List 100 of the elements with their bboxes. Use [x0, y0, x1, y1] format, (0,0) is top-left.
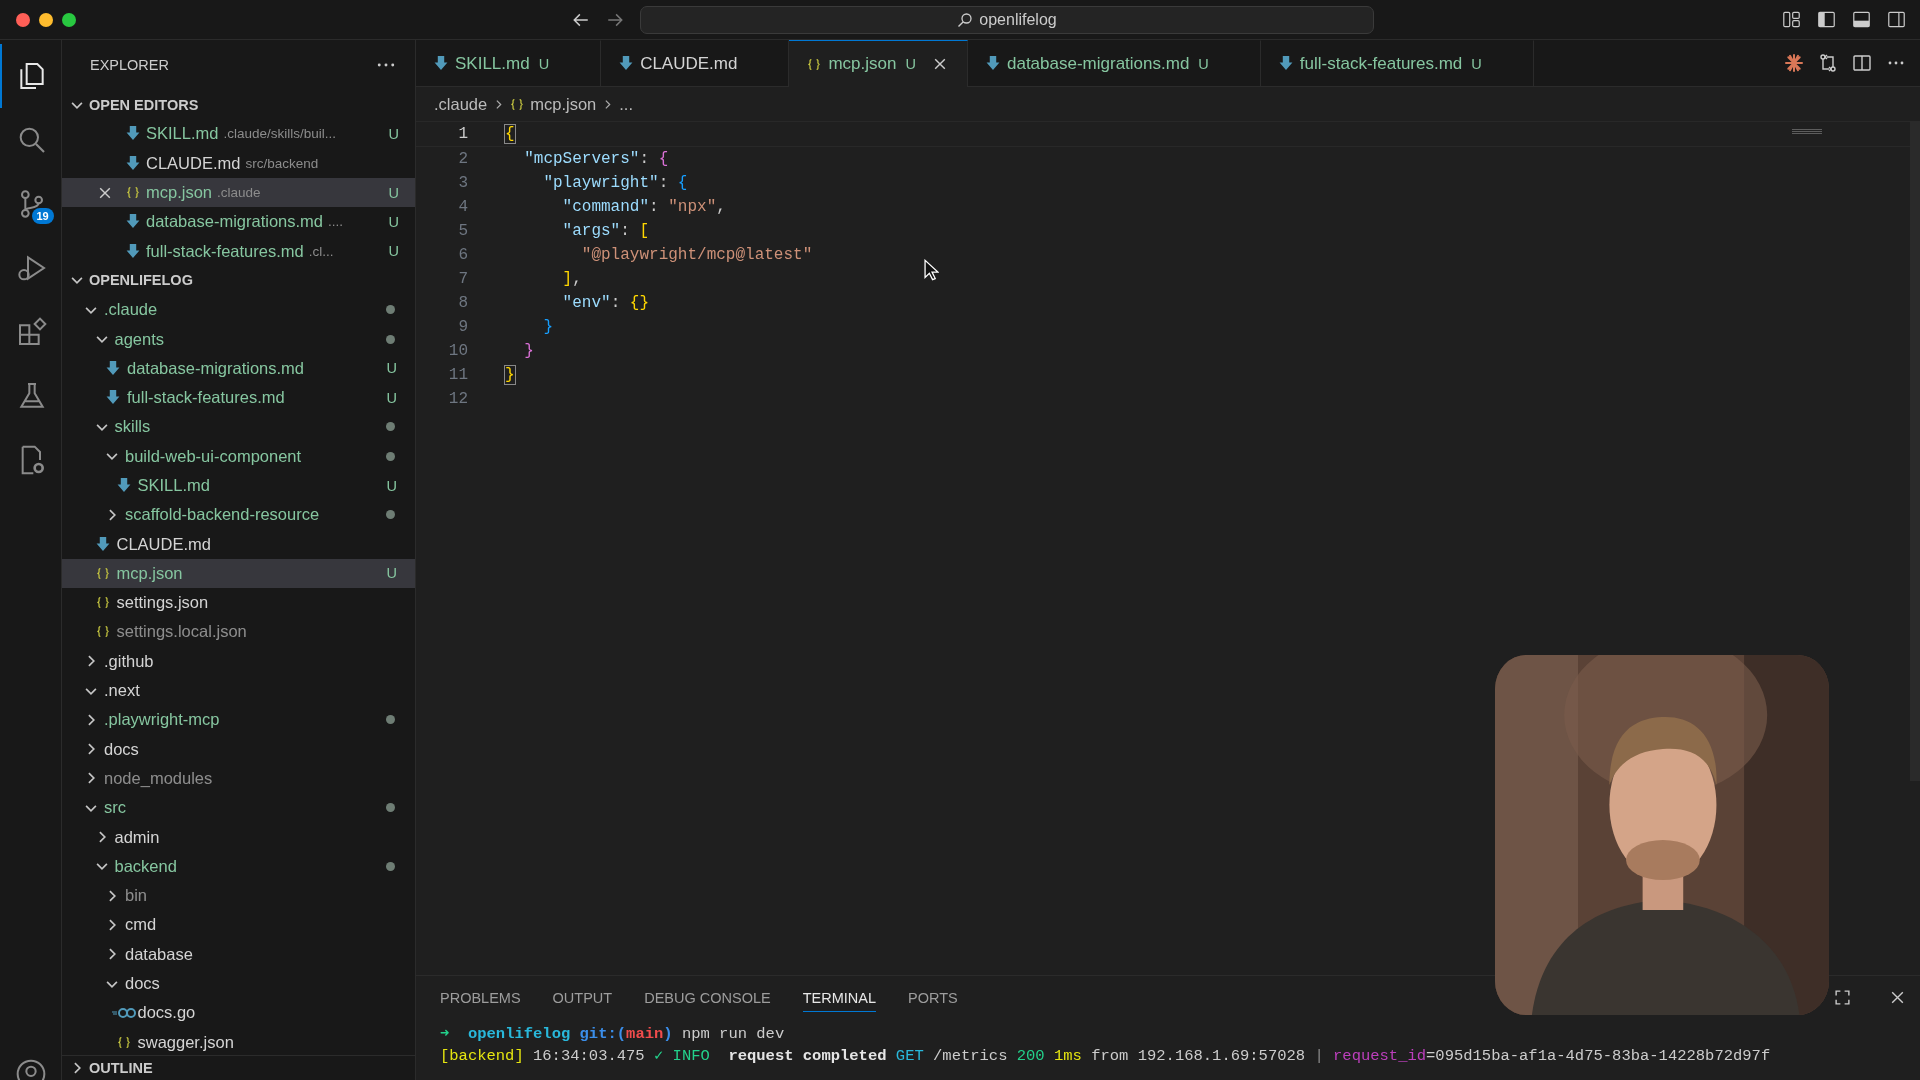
- code-line: "args": [: [561, 222, 650, 240]
- open-editor-item[interactable]: SKILL.md .claude/skills/buil... U: [62, 119, 415, 149]
- line-number: 10: [447, 342, 468, 360]
- code-line: "@playwright/mcp@latest": [580, 246, 813, 264]
- git-status: U: [386, 389, 397, 406]
- file-tree-item[interactable]: .github: [62, 646, 415, 676]
- git-status: U: [388, 213, 399, 230]
- breadcrumb-item[interactable]: .claude: [434, 94, 488, 114]
- panel-tab[interactable]: TERMINAL: [802, 982, 877, 1012]
- file-tree-item[interactable]: bin: [62, 881, 415, 911]
- file-name: SKILL.md: [146, 124, 219, 144]
- open-editor-item[interactable]: mcp.json .claude U: [62, 177, 415, 208]
- activity-bar-item[interactable]: 19: [0, 172, 62, 236]
- file-name: database-migrations.md: [146, 212, 323, 232]
- file-tree-item[interactable]: .claude: [62, 295, 415, 325]
- file-name: SKILL.md: [137, 476, 210, 495]
- file-tree-item[interactable]: backend: [62, 851, 415, 881]
- file-tree-item[interactable]: database-migrations.md U: [62, 353, 415, 383]
- file-tree-item[interactable]: mcp.json U: [62, 558, 415, 589]
- file-tree-item[interactable]: cmd: [62, 910, 415, 940]
- file-name: .playwright-mcp: [104, 710, 220, 730]
- git-status: U: [538, 55, 550, 72]
- file-name: .next: [104, 681, 140, 701]
- file-name: settings.json: [116, 593, 209, 613]
- editor-tab[interactable]: database-migrations.md U: [967, 40, 1261, 86]
- file-tree-item[interactable]: docs: [62, 968, 415, 999]
- section-header[interactable]: OPEN EDITORS: [62, 90, 415, 120]
- tab-title: full-stack-features.md: [1299, 53, 1463, 74]
- file-tree-item[interactable]: src: [62, 793, 415, 823]
- line-number: 8: [457, 294, 468, 312]
- code-line: }: [505, 366, 515, 384]
- file-tree-item[interactable]: agents: [62, 324, 415, 354]
- line-number: 5: [457, 222, 468, 240]
- line-number: 12: [447, 390, 468, 408]
- file-name: agents: [114, 329, 165, 349]
- file-tree-item[interactable]: skills: [62, 412, 415, 442]
- editor-tab[interactable]: SKILL.md U: [416, 40, 602, 86]
- file-name: settings.local.json: [116, 622, 247, 642]
- tab-title: database-migrations.md: [1006, 53, 1190, 74]
- file-tree-item[interactable]: SKILL.md U: [62, 470, 415, 501]
- file-name: skills: [114, 417, 151, 437]
- git-status: U: [386, 360, 397, 377]
- file-tree-item[interactable]: admin: [62, 822, 415, 852]
- line-number: 11: [447, 366, 468, 384]
- file-name: src: [104, 798, 126, 818]
- file-path: ....: [328, 214, 344, 230]
- breadcrumb-item[interactable]: mcp.json: [530, 94, 597, 114]
- file-tree-item[interactable]: settings.local.json: [62, 617, 415, 647]
- code-line: "playwright": {: [542, 174, 688, 192]
- file-tree-item[interactable]: .playwright-mcp: [62, 705, 415, 735]
- file-name: CLAUDE.md: [146, 153, 241, 173]
- file-name: bin: [125, 886, 148, 906]
- file-tree-item[interactable]: swagger.json: [62, 1027, 415, 1055]
- file-name: build-web-ui-component: [125, 446, 302, 466]
- file-name: database: [125, 944, 193, 964]
- file-name: docs.go: [137, 1003, 196, 1023]
- section-header[interactable]: OUTLINE: [62, 1055, 415, 1080]
- file-name: full-stack-features.md: [146, 241, 304, 261]
- line-number: 2: [457, 150, 468, 168]
- terminal-line: [backend] 16:34:03.475 ✓ INFO request completed GET /metrics 200 1ms from 192.168.1.69:57028 | request_id=095d15ba-af1a-4d75-83ba-14228b72d97f: [440, 1046, 1772, 1067]
- file-path: .claude: [217, 185, 261, 201]
- git-status: U: [386, 477, 397, 494]
- open-editor-item[interactable]: database-migrations.md .... U: [62, 207, 415, 237]
- command-search-field[interactable]: openlifelog: [640, 5, 1374, 34]
- open-editor-item[interactable]: CLAUDE.md src/backend: [62, 148, 415, 178]
- file-name: full-stack-features.md: [127, 388, 285, 408]
- editor-tab[interactable]: full-stack-features.md U: [1260, 40, 1534, 86]
- file-tree-item[interactable]: CLAUDE.md: [62, 529, 415, 559]
- line-number: 7: [457, 270, 468, 288]
- file-tree-item[interactable]: .next: [62, 675, 415, 706]
- code-line: }: [542, 318, 553, 336]
- file-tree-item[interactable]: docs.go: [62, 998, 415, 1028]
- panel-tab[interactable]: OUTPUT: [552, 982, 613, 1012]
- file-tree-item[interactable]: database: [62, 939, 415, 969]
- file-tree-item[interactable]: docs: [62, 734, 415, 764]
- file-name: .github: [104, 651, 154, 671]
- breadcrumb-item[interactable]: ...: [619, 94, 633, 114]
- file-name: mcp.json: [116, 563, 183, 583]
- panel-tab[interactable]: PORTS: [908, 982, 958, 1012]
- tab-title: mcp.json: [828, 54, 897, 74]
- open-editor-item[interactable]: full-stack-features.md .cl... U: [62, 236, 415, 266]
- code-line: "mcpServers": {: [523, 150, 669, 168]
- editor-tab[interactable]: mcp.json U: [789, 40, 968, 87]
- tab-title: CLAUDE.md: [640, 53, 738, 74]
- file-name: admin: [114, 827, 160, 847]
- section-header[interactable]: OPENLIFELOG: [62, 265, 415, 296]
- explorer-title: EXPLORER: [90, 57, 169, 73]
- file-path: src/backend: [245, 155, 319, 171]
- git-status: U: [386, 565, 397, 582]
- git-status: U: [905, 56, 916, 72]
- file-path: .claude/skills/buil...: [223, 126, 337, 142]
- panel-tab[interactable]: DEBUG CONSOLE: [644, 982, 771, 1012]
- file-tree-item[interactable]: build-web-ui-component: [62, 441, 415, 471]
- panel-tab[interactable]: PROBLEMS: [440, 982, 521, 1012]
- line-number: 4: [457, 198, 468, 216]
- file-tree-item[interactable]: node_modules: [62, 763, 415, 794]
- file-tree-item[interactable]: scaffold-backend-resource: [62, 500, 415, 530]
- file-tree-item[interactable]: full-stack-features.md U: [62, 382, 415, 413]
- git-status: U: [1471, 55, 1482, 72]
- file-tree-item[interactable]: settings.json: [62, 588, 415, 618]
